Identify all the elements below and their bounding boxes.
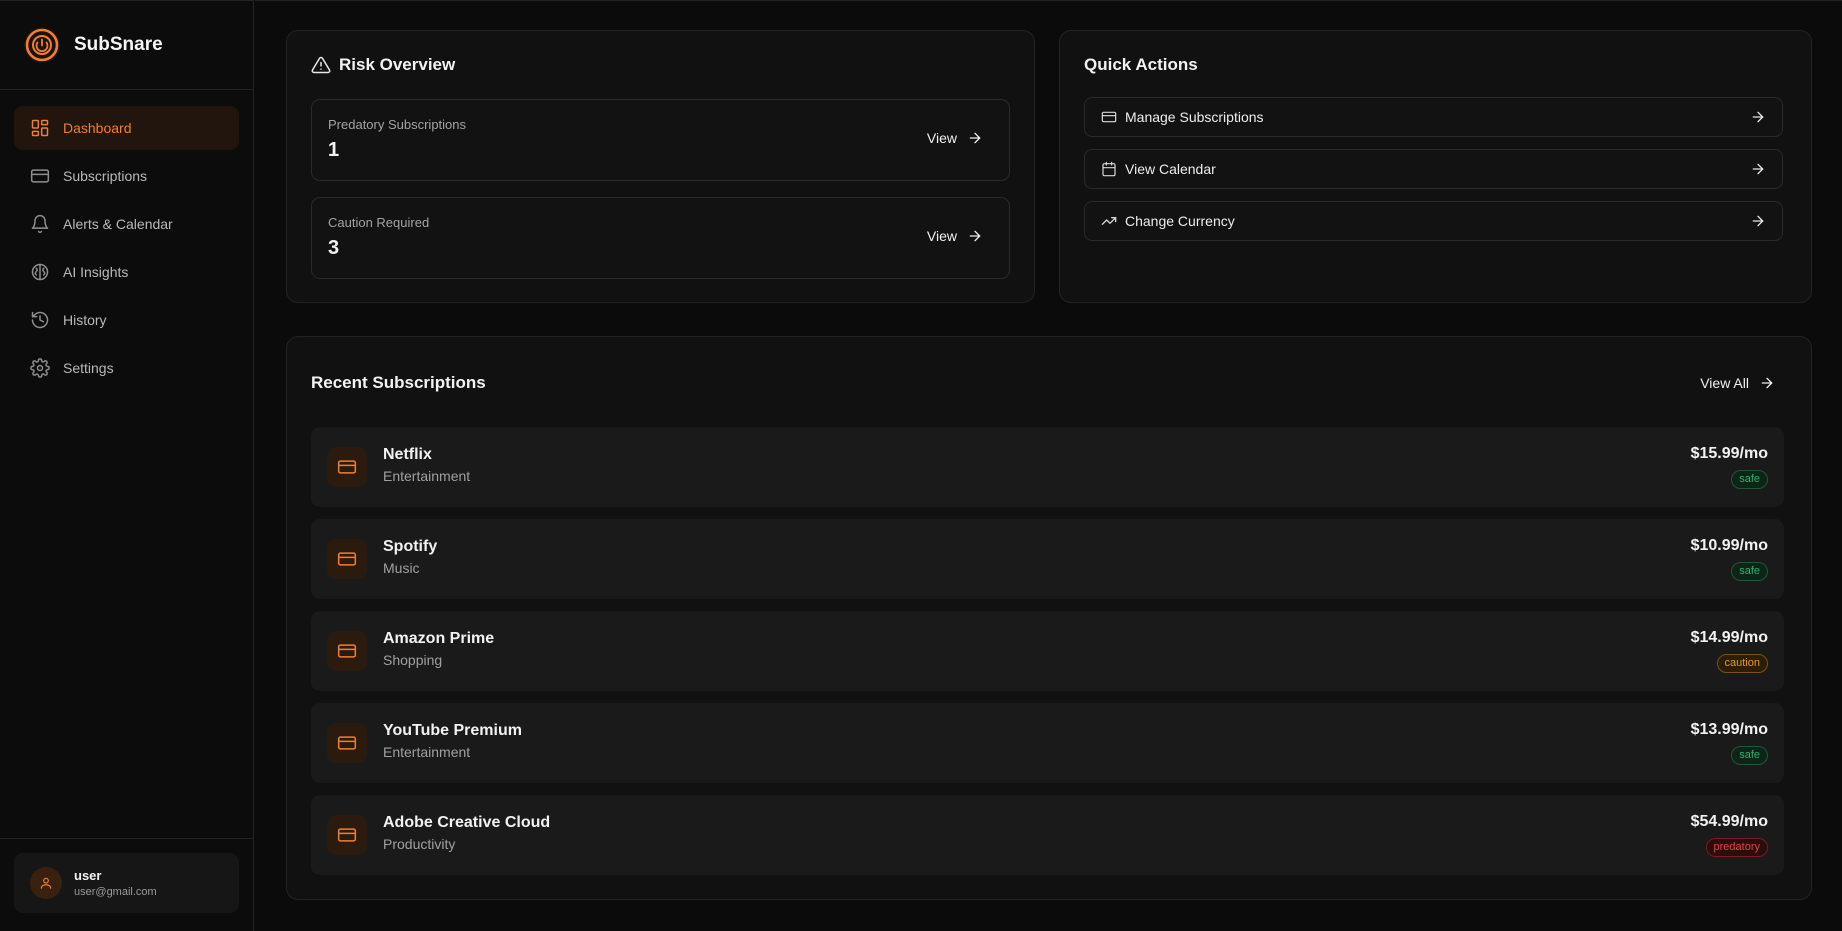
credit-card-icon (327, 631, 367, 671)
sidebar-item-dashboard[interactable]: Dashboard (14, 106, 239, 150)
view-all-button[interactable]: View All (1700, 375, 1775, 391)
sidebar-item-ai-insights[interactable]: AI Insights (14, 250, 239, 294)
view-caution-button[interactable]: View (927, 228, 983, 244)
arrow-right-icon (967, 228, 983, 244)
sidebar-item-label: History (63, 312, 107, 328)
subscription-price: $13.99/mo (1690, 721, 1768, 738)
brain-icon (30, 262, 50, 282)
avatar (30, 867, 62, 899)
risk-label: Predatory Subscriptions (328, 117, 467, 132)
sidebar-item-label: Alerts & Calendar (63, 216, 173, 232)
dashboard-icon (30, 118, 50, 138)
subscription-price: $14.99/mo (1690, 629, 1768, 646)
subscription-name: Amazon Prime (383, 630, 495, 647)
subscription-row[interactable]: Adobe Creative Cloud Productivity $54.99… (311, 795, 1784, 875)
sidebar: SubSnare Dashboard Subscriptions Alerts … (0, 0, 254, 931)
recent-subscriptions-title: Recent Subscriptions (311, 373, 486, 392)
credit-card-icon (327, 539, 367, 579)
quick-actions-title: Quick Actions (1084, 55, 1198, 74)
subscription-price: $10.99/mo (1690, 537, 1768, 554)
user-profile-card[interactable]: user user@gmail.com (14, 853, 239, 913)
risk-overview-card: Risk Overview Predatory Subscriptions 1 … (286, 30, 1035, 303)
credit-card-icon (327, 815, 367, 855)
brand[interactable]: SubSnare (0, 1, 253, 90)
status-badge: safe (1731, 470, 1768, 489)
credit-card-icon (327, 447, 367, 487)
risk-overview-title: Risk Overview (311, 55, 455, 75)
app-name: SubSnare (74, 34, 163, 55)
sidebar-item-label: Dashboard (63, 120, 132, 136)
subscription-name: YouTube Premium (383, 722, 522, 739)
sidebar-item-label: Settings (63, 360, 114, 376)
calendar-icon (1101, 161, 1117, 177)
quick-action-label: Change Currency (1125, 213, 1235, 229)
subscription-category: Shopping (383, 652, 443, 668)
sidebar-nav: Dashboard Subscriptions Alerts & Calenda… (0, 90, 253, 390)
quick-actions-card: Quick Actions Manage Subscriptions View … (1059, 30, 1812, 303)
status-badge: caution (1716, 654, 1768, 673)
status-badge: predatory (1705, 838, 1768, 857)
subscription-price: $54.99/mo (1690, 813, 1768, 830)
subscription-category: Entertainment (383, 468, 471, 484)
main-content: Risk Overview Predatory Subscriptions 1 … (255, 0, 1842, 931)
status-badge: safe (1731, 746, 1768, 765)
bell-icon (30, 214, 50, 234)
subscription-category: Music (383, 560, 420, 576)
power-logo-icon (24, 27, 60, 63)
arrow-right-icon (1750, 109, 1766, 125)
subscription-name: Netflix (383, 446, 432, 463)
caution-risk-box: Caution Required 3 View (311, 197, 1010, 279)
subscription-category: Entertainment (383, 744, 471, 760)
subscription-price: $15.99/mo (1690, 445, 1768, 462)
predatory-risk-box: Predatory Subscriptions 1 View (311, 99, 1010, 181)
arrow-right-icon (1750, 213, 1766, 229)
sidebar-item-alerts-calendar[interactable]: Alerts & Calendar (14, 202, 239, 246)
change-currency-button[interactable]: Change Currency (1084, 201, 1783, 241)
status-badge: safe (1731, 562, 1768, 581)
history-icon (30, 310, 50, 330)
view-all-label: View All (1700, 375, 1749, 391)
credit-card-icon (327, 723, 367, 763)
credit-card-icon (1101, 109, 1117, 125)
user-name: user (74, 868, 102, 883)
sidebar-item-settings[interactable]: Settings (14, 346, 239, 390)
view-button-label: View (926, 228, 957, 244)
risk-label: Caution Required (328, 215, 430, 230)
quick-action-label: View Calendar (1125, 161, 1216, 177)
risk-count: 1 (328, 139, 340, 161)
subscription-name: Adobe Creative Cloud (383, 814, 551, 831)
user-icon (40, 877, 52, 889)
risk-overview-heading: Risk Overview (339, 55, 456, 74)
credit-card-icon (30, 166, 50, 186)
view-predatory-button[interactable]: View (927, 130, 983, 146)
recent-subscriptions-card: Recent Subscriptions View All Netflix En… (286, 336, 1812, 900)
subscription-name: Spotify (383, 538, 438, 555)
arrow-right-icon (967, 130, 983, 146)
arrow-right-icon (1750, 161, 1766, 177)
manage-subscriptions-button[interactable]: Manage Subscriptions (1084, 97, 1783, 137)
sidebar-item-label: Subscriptions (63, 168, 148, 184)
subscription-row[interactable]: Amazon Prime Shopping $14.99/mo caution (311, 611, 1784, 691)
risk-count: 3 (328, 237, 340, 259)
warning-triangle-icon (311, 55, 331, 75)
sidebar-item-history[interactable]: History (14, 298, 239, 342)
quick-action-label: Manage Subscriptions (1125, 109, 1264, 125)
subscription-row[interactable]: Netflix Entertainment $15.99/mo safe (311, 427, 1784, 507)
arrow-right-icon (1759, 375, 1775, 391)
user-email: user@gmail.com (74, 886, 157, 898)
view-calendar-button[interactable]: View Calendar (1084, 149, 1783, 189)
gear-icon (30, 358, 50, 378)
view-button-label: View (926, 130, 957, 146)
sidebar-item-label: AI Insights (63, 264, 129, 280)
trending-up-icon (1101, 213, 1117, 229)
subscription-category: Productivity (383, 836, 456, 852)
sidebar-item-subscriptions[interactable]: Subscriptions (14, 154, 239, 198)
sidebar-footer: user user@gmail.com (0, 838, 253, 931)
subscription-row[interactable]: YouTube Premium Entertainment $13.99/mo … (311, 703, 1784, 783)
subscription-row[interactable]: Spotify Music $10.99/mo safe (311, 519, 1784, 599)
